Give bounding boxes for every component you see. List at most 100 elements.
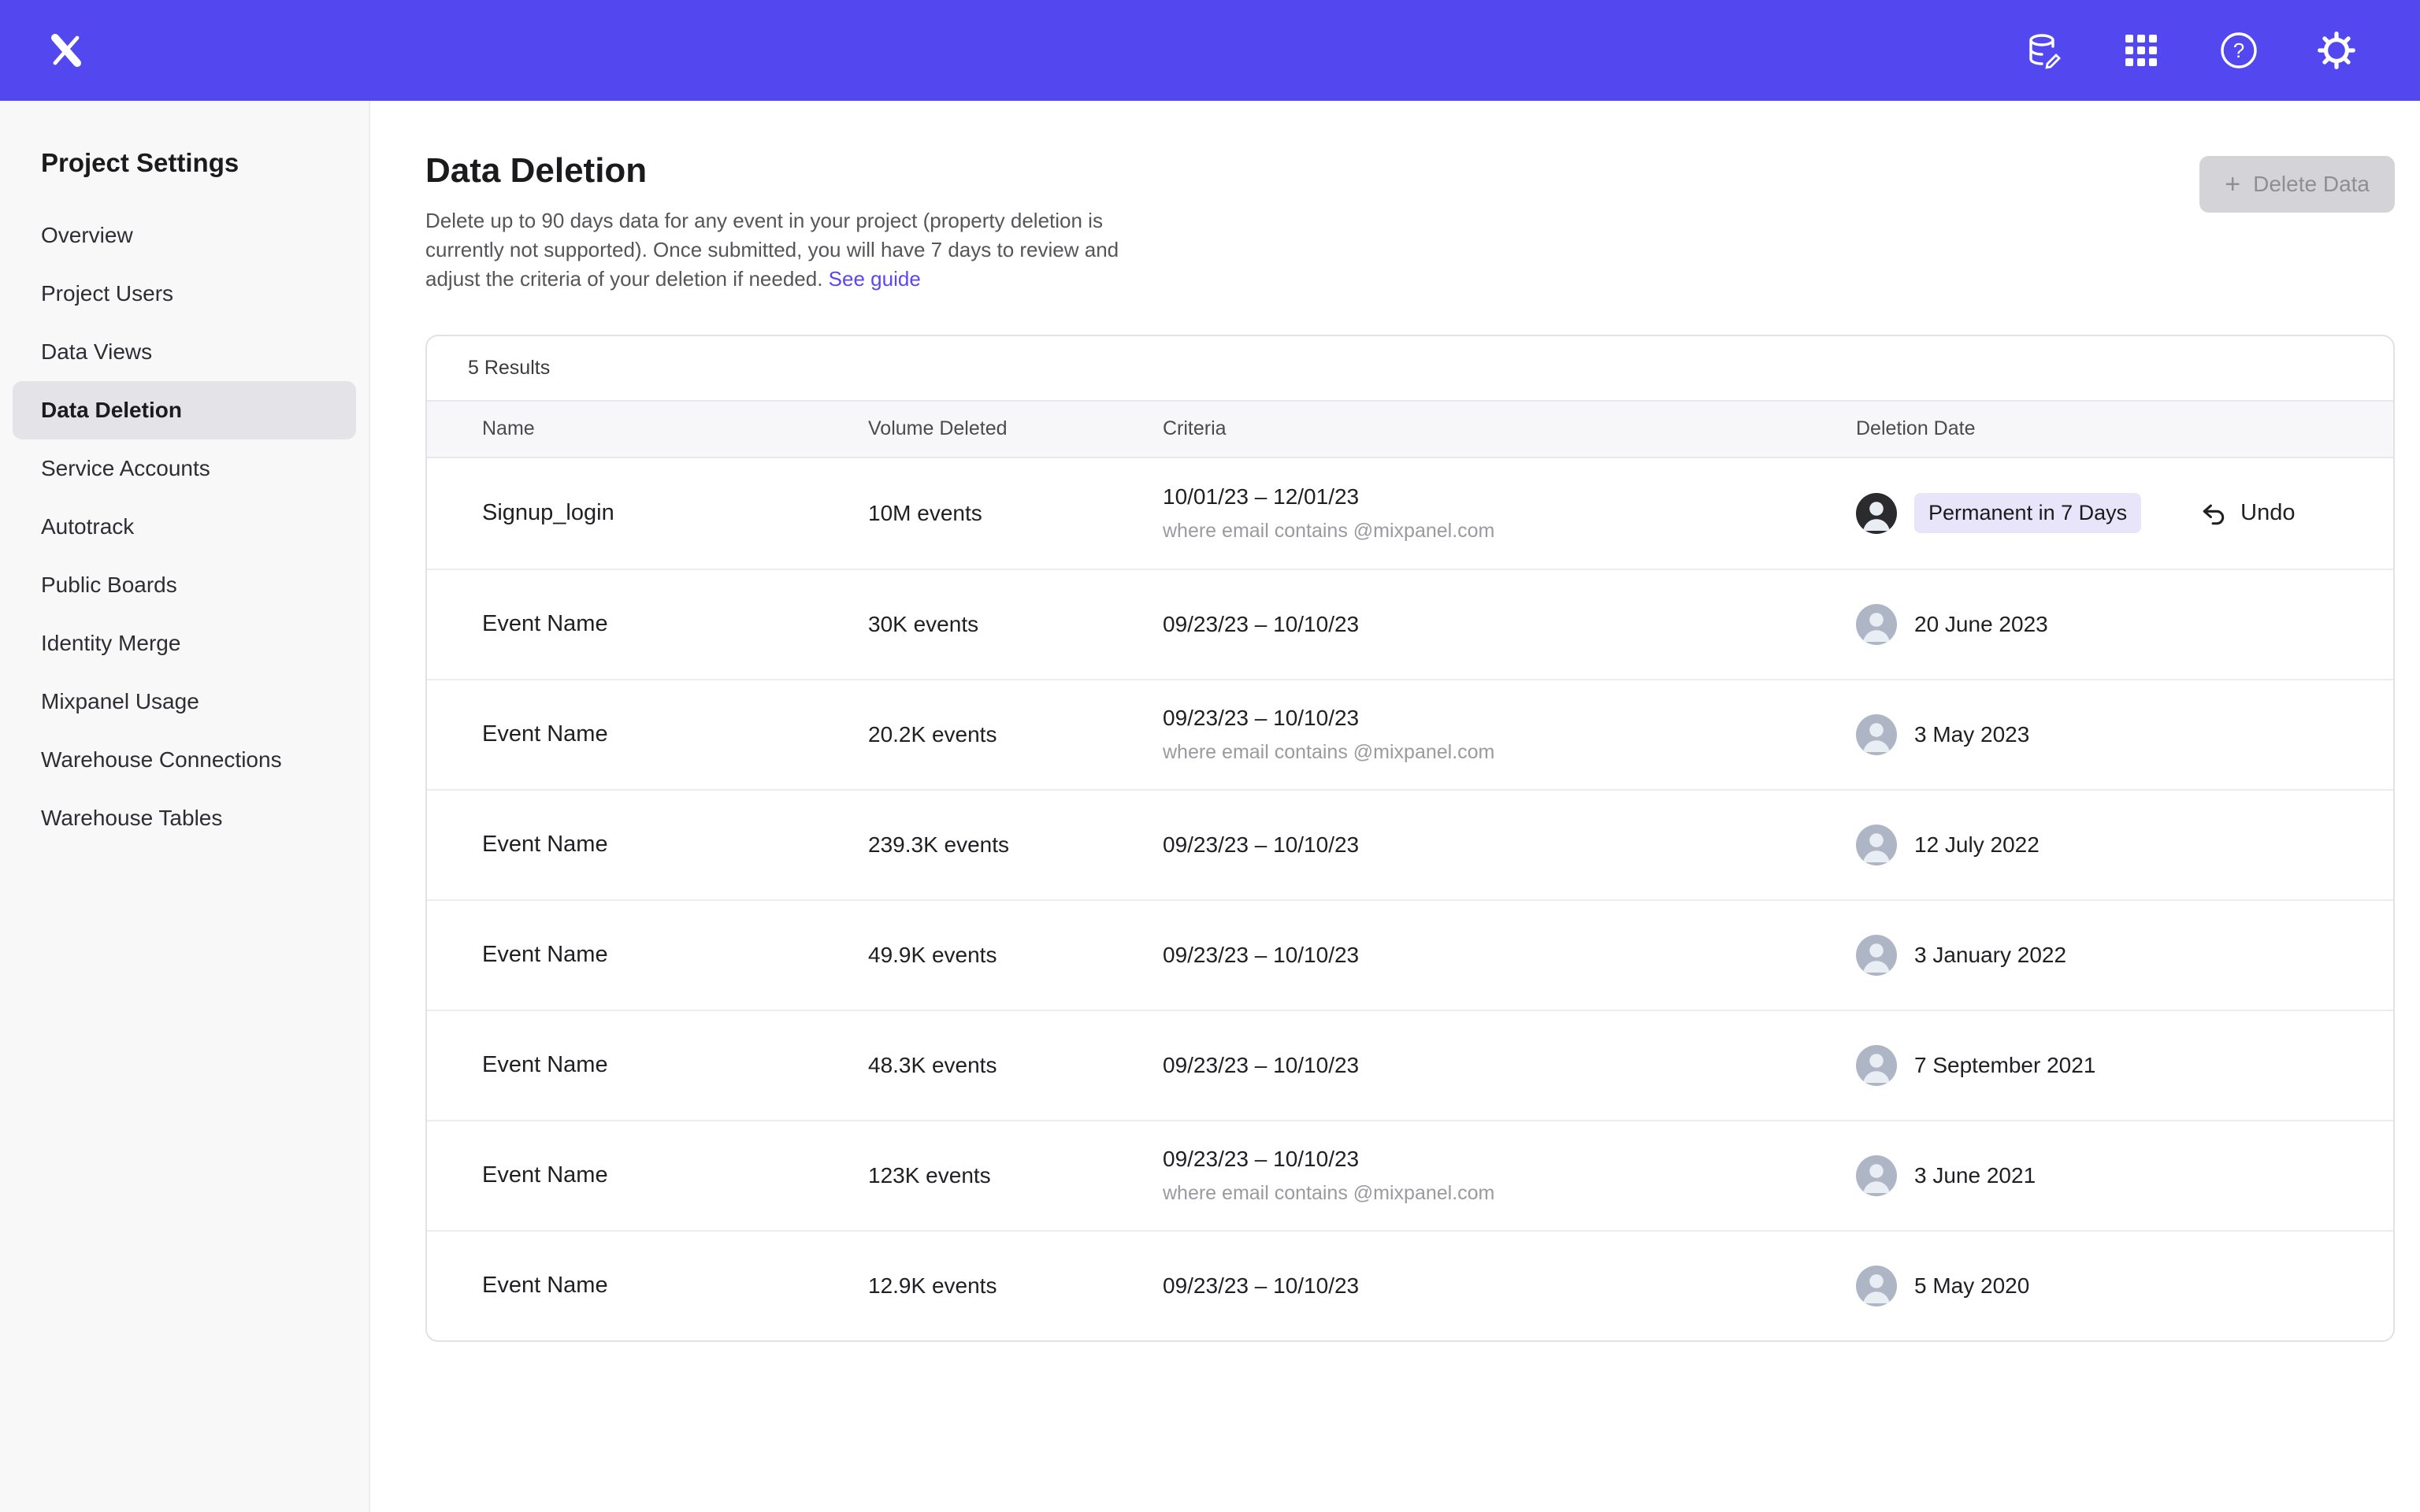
row-criteria-range: 09/23/23 – 10/10/23: [1163, 1051, 1856, 1080]
avatar: [1856, 1045, 1897, 1086]
sidebar-item-label: Identity Merge: [41, 631, 180, 655]
undo-button-label: Undo: [2240, 500, 2295, 526]
table-row: Event Name 123K events 09/23/23 – 10/10/…: [427, 1120, 2393, 1230]
deletion-date-text: 5 May 2020: [1914, 1273, 2029, 1299]
row-deletion-date: 3 January 2022: [1856, 935, 2362, 976]
row-name: Signup_login: [482, 500, 868, 526]
data-management-icon[interactable]: [2023, 30, 2064, 71]
row-name: Event Name: [482, 721, 868, 747]
delete-data-button[interactable]: + Delete Data: [2199, 156, 2395, 213]
sidebar-item-label: Project Users: [41, 281, 173, 306]
avatar: [1856, 493, 1897, 534]
avatar: [1856, 714, 1897, 755]
page-description-text: Delete up to 90 days data for any event …: [425, 209, 1119, 291]
row-name: Event Name: [482, 1273, 868, 1299]
sidebar-item-overview[interactable]: Overview: [13, 206, 356, 265]
table-row: Event Name 20.2K events 09/23/23 – 10/10…: [427, 679, 2393, 789]
sidebar-item-label: Warehouse Tables: [41, 806, 222, 830]
row-criteria-range: 09/23/23 – 10/10/23: [1163, 1145, 1856, 1173]
sidebar-item-label: Overview: [41, 223, 133, 247]
column-header-deletion-date: Deletion Date: [1856, 417, 2362, 440]
table-row: Event Name 48.3K events 09/23/23 – 10/10…: [427, 1010, 2393, 1120]
row-criteria-range: 10/01/23 – 12/01/23: [1163, 483, 1856, 511]
main-content: Data Deletion Delete up to 90 days data …: [370, 101, 2420, 1512]
row-volume-deleted: 20.2K events: [868, 722, 1163, 747]
plus-icon: +: [2225, 171, 2240, 198]
sidebar-item-autotrack[interactable]: Autotrack: [13, 498, 356, 556]
row-criteria-range: 09/23/23 – 10/10/23: [1163, 831, 1856, 859]
avatar: [1856, 825, 1897, 865]
sidebar-nav: Overview Project Users Data Views Data D…: [0, 206, 369, 847]
svg-text:?: ?: [2233, 39, 2244, 62]
row-criteria-range: 09/23/23 – 10/10/23: [1163, 704, 1856, 732]
row-criteria-range: 09/23/23 – 10/10/23: [1163, 610, 1856, 639]
sidebar-item-mixpanel-usage[interactable]: Mixpanel Usage: [13, 673, 356, 731]
deletion-date-text: 3 January 2022: [1914, 943, 2066, 968]
row-criteria-filter: where email contains @mixpanel.com: [1163, 518, 1856, 544]
mixpanel-logo[interactable]: [44, 28, 88, 72]
row-deletion-date: Permanent in 7 Days Undo: [1856, 493, 2362, 534]
page-title: Data Deletion: [425, 151, 2395, 191]
sidebar-item-label: Data Views: [41, 339, 152, 364]
table-body: Signup_login 10M events 10/01/23 – 12/01…: [427, 458, 2393, 1340]
avatar: [1856, 604, 1897, 645]
table-row: Event Name 239.3K events 09/23/23 – 10/1…: [427, 789, 2393, 899]
row-criteria-range: 09/23/23 – 10/10/23: [1163, 1272, 1856, 1300]
row-criteria: 09/23/23 – 10/10/23 where email contains…: [1163, 1145, 1856, 1206]
row-criteria-filter: where email contains @mixpanel.com: [1163, 739, 1856, 765]
avatar: [1856, 1266, 1897, 1306]
row-criteria: 10/01/23 – 12/01/23 where email contains…: [1163, 483, 1856, 543]
row-name: Event Name: [482, 611, 868, 637]
sidebar-item-warehouse-tables[interactable]: Warehouse Tables: [13, 789, 356, 847]
column-header-criteria: Criteria: [1163, 417, 1856, 440]
avatar: [1856, 1155, 1897, 1196]
row-volume-deleted: 48.3K events: [868, 1053, 1163, 1078]
sidebar-item-label: Autotrack: [41, 514, 134, 539]
sidebar-item-service-accounts[interactable]: Service Accounts: [13, 439, 356, 498]
row-deletion-date: 3 June 2021: [1856, 1155, 2362, 1196]
row-name: Event Name: [482, 1162, 868, 1188]
row-volume-deleted: 49.9K events: [868, 943, 1163, 968]
row-volume-deleted: 239.3K events: [868, 832, 1163, 858]
row-volume-deleted: 12.9K events: [868, 1273, 1163, 1299]
status-badge: Permanent in 7 Days: [1914, 493, 2141, 533]
sidebar-item-data-deletion[interactable]: Data Deletion: [13, 381, 356, 439]
row-criteria: 09/23/23 – 10/10/23: [1163, 1051, 1856, 1080]
deletion-table-card: 5 Results Name Volume Deleted Criteria D…: [425, 335, 2395, 1342]
undo-button[interactable]: Undo: [2199, 499, 2295, 528]
row-criteria: 09/23/23 – 10/10/23: [1163, 610, 1856, 639]
sidebar-item-label: Data Deletion: [41, 398, 182, 422]
sidebar-title: Project Settings: [0, 148, 369, 206]
table-row: Event Name 12.9K events 09/23/23 – 10/10…: [427, 1230, 2393, 1340]
sidebar-item-warehouse-connections[interactable]: Warehouse Connections: [13, 731, 356, 789]
help-icon[interactable]: ?: [2218, 30, 2259, 71]
column-header-name: Name: [482, 417, 868, 440]
delete-data-button-label: Delete Data: [2253, 172, 2370, 197]
row-volume-deleted: 10M events: [868, 501, 1163, 526]
row-criteria: 09/23/23 – 10/10/23: [1163, 831, 1856, 859]
sidebar-item-label: Warehouse Connections: [41, 747, 282, 772]
sidebar-item-identity-merge[interactable]: Identity Merge: [13, 614, 356, 673]
sidebar-item-public-boards[interactable]: Public Boards: [13, 556, 356, 614]
deletion-date-text: 7 September 2021: [1914, 1053, 2095, 1078]
sidebar-item-data-views[interactable]: Data Views: [13, 323, 356, 381]
row-deletion-date: 3 May 2023: [1856, 714, 2362, 755]
row-criteria-range: 09/23/23 – 10/10/23: [1163, 941, 1856, 969]
sidebar: Project Settings Overview Project Users …: [0, 101, 370, 1512]
settings-gear-icon[interactable]: [2316, 30, 2357, 71]
row-deletion-date: 12 July 2022: [1856, 825, 2362, 865]
app-grid-icon[interactable]: [2121, 30, 2162, 71]
row-name: Event Name: [482, 1052, 868, 1078]
row-criteria-filter: where email contains @mixpanel.com: [1163, 1180, 1856, 1206]
column-header-volume: Volume Deleted: [868, 417, 1163, 440]
avatar: [1856, 935, 1897, 976]
row-name: Event Name: [482, 832, 868, 858]
row-volume-deleted: 30K events: [868, 612, 1163, 637]
page-description: Delete up to 90 days data for any event …: [425, 206, 1126, 294]
see-guide-link[interactable]: See guide: [829, 267, 921, 291]
undo-icon: [2199, 499, 2228, 528]
sidebar-item-project-users[interactable]: Project Users: [13, 265, 356, 323]
row-criteria: 09/23/23 – 10/10/23: [1163, 941, 1856, 969]
row-volume-deleted: 123K events: [868, 1163, 1163, 1188]
sidebar-item-label: Mixpanel Usage: [41, 689, 199, 713]
